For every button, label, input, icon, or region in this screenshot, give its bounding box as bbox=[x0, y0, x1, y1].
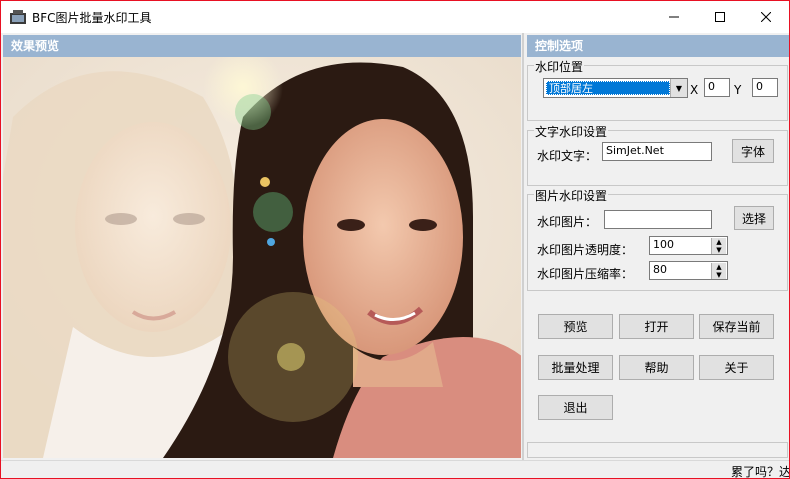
save-current-button[interactable]: 保存当前 bbox=[699, 314, 774, 339]
text-group-legend: 文字水印设置 bbox=[534, 123, 609, 140]
splitter[interactable] bbox=[522, 33, 524, 460]
help-button[interactable]: 帮助 bbox=[619, 355, 694, 380]
font-button[interactable]: 字体 bbox=[732, 139, 774, 163]
compress-label: 水印图片压缩率： bbox=[537, 267, 634, 281]
opacity-stepper[interactable]: 100 ▲ ▼ bbox=[649, 236, 728, 255]
app-icon bbox=[10, 10, 26, 24]
status-text: 累了吗？达 bbox=[731, 465, 790, 479]
exit-button[interactable]: 退出 bbox=[538, 395, 613, 420]
open-button[interactable]: 打开 bbox=[619, 314, 694, 339]
batch-process-button[interactable]: 批量处理 bbox=[538, 355, 613, 380]
close-button[interactable] bbox=[743, 1, 789, 33]
app-window: BFC图片批量水印工具 效果预览 控制选项 水印位置 顶部居左 ▼ X 0 Y … bbox=[0, 0, 790, 479]
minimize-button[interactable] bbox=[651, 1, 697, 33]
minimize-icon bbox=[669, 16, 679, 18]
compress-stepper[interactable]: 80 ▲ ▼ bbox=[649, 261, 728, 280]
y-label: Y bbox=[734, 83, 742, 97]
close-icon bbox=[761, 12, 771, 22]
status-bar: 累了吗？达 bbox=[1, 460, 790, 479]
window-title: BFC图片批量水印工具 bbox=[32, 11, 152, 25]
watermark-image-input[interactable] bbox=[604, 210, 712, 229]
preview-header: 效果预览 bbox=[3, 35, 521, 57]
preview-photo bbox=[3, 57, 521, 458]
title-bar: BFC图片批量水印工具 bbox=[1, 1, 789, 33]
position-group-legend: 水印位置 bbox=[534, 58, 585, 75]
watermark-image-label: 水印图片： bbox=[537, 215, 598, 229]
dropdown-arrow-icon[interactable]: ▼ bbox=[670, 79, 687, 97]
maximize-button[interactable] bbox=[697, 1, 743, 33]
position-select[interactable]: 顶部居左 ▼ bbox=[543, 78, 688, 98]
preview-image bbox=[3, 57, 521, 458]
spin-icon[interactable]: ▲ ▼ bbox=[711, 238, 726, 254]
x-input[interactable]: 0 bbox=[704, 78, 730, 97]
spin-icon[interactable]: ▲ ▼ bbox=[711, 263, 726, 279]
about-button[interactable]: 关于 bbox=[699, 355, 774, 380]
y-input[interactable]: 0 bbox=[752, 78, 778, 97]
control-panel-header: 控制选项 bbox=[527, 35, 789, 57]
position-select-value: 顶部居左 bbox=[546, 81, 670, 95]
watermark-text-input[interactable]: SimJet.Net bbox=[602, 142, 712, 161]
opacity-label: 水印图片透明度： bbox=[537, 243, 634, 257]
image-group-legend: 图片水印设置 bbox=[534, 187, 609, 204]
select-image-button[interactable]: 选择 bbox=[734, 206, 774, 230]
compress-value: 80 bbox=[653, 263, 667, 276]
opacity-value: 100 bbox=[653, 238, 674, 251]
x-label: X bbox=[690, 83, 699, 97]
info-strip bbox=[527, 442, 788, 458]
watermark-text-label: 水印文字： bbox=[537, 149, 598, 163]
preview-button[interactable]: 预览 bbox=[538, 314, 613, 339]
maximize-icon bbox=[715, 12, 725, 22]
